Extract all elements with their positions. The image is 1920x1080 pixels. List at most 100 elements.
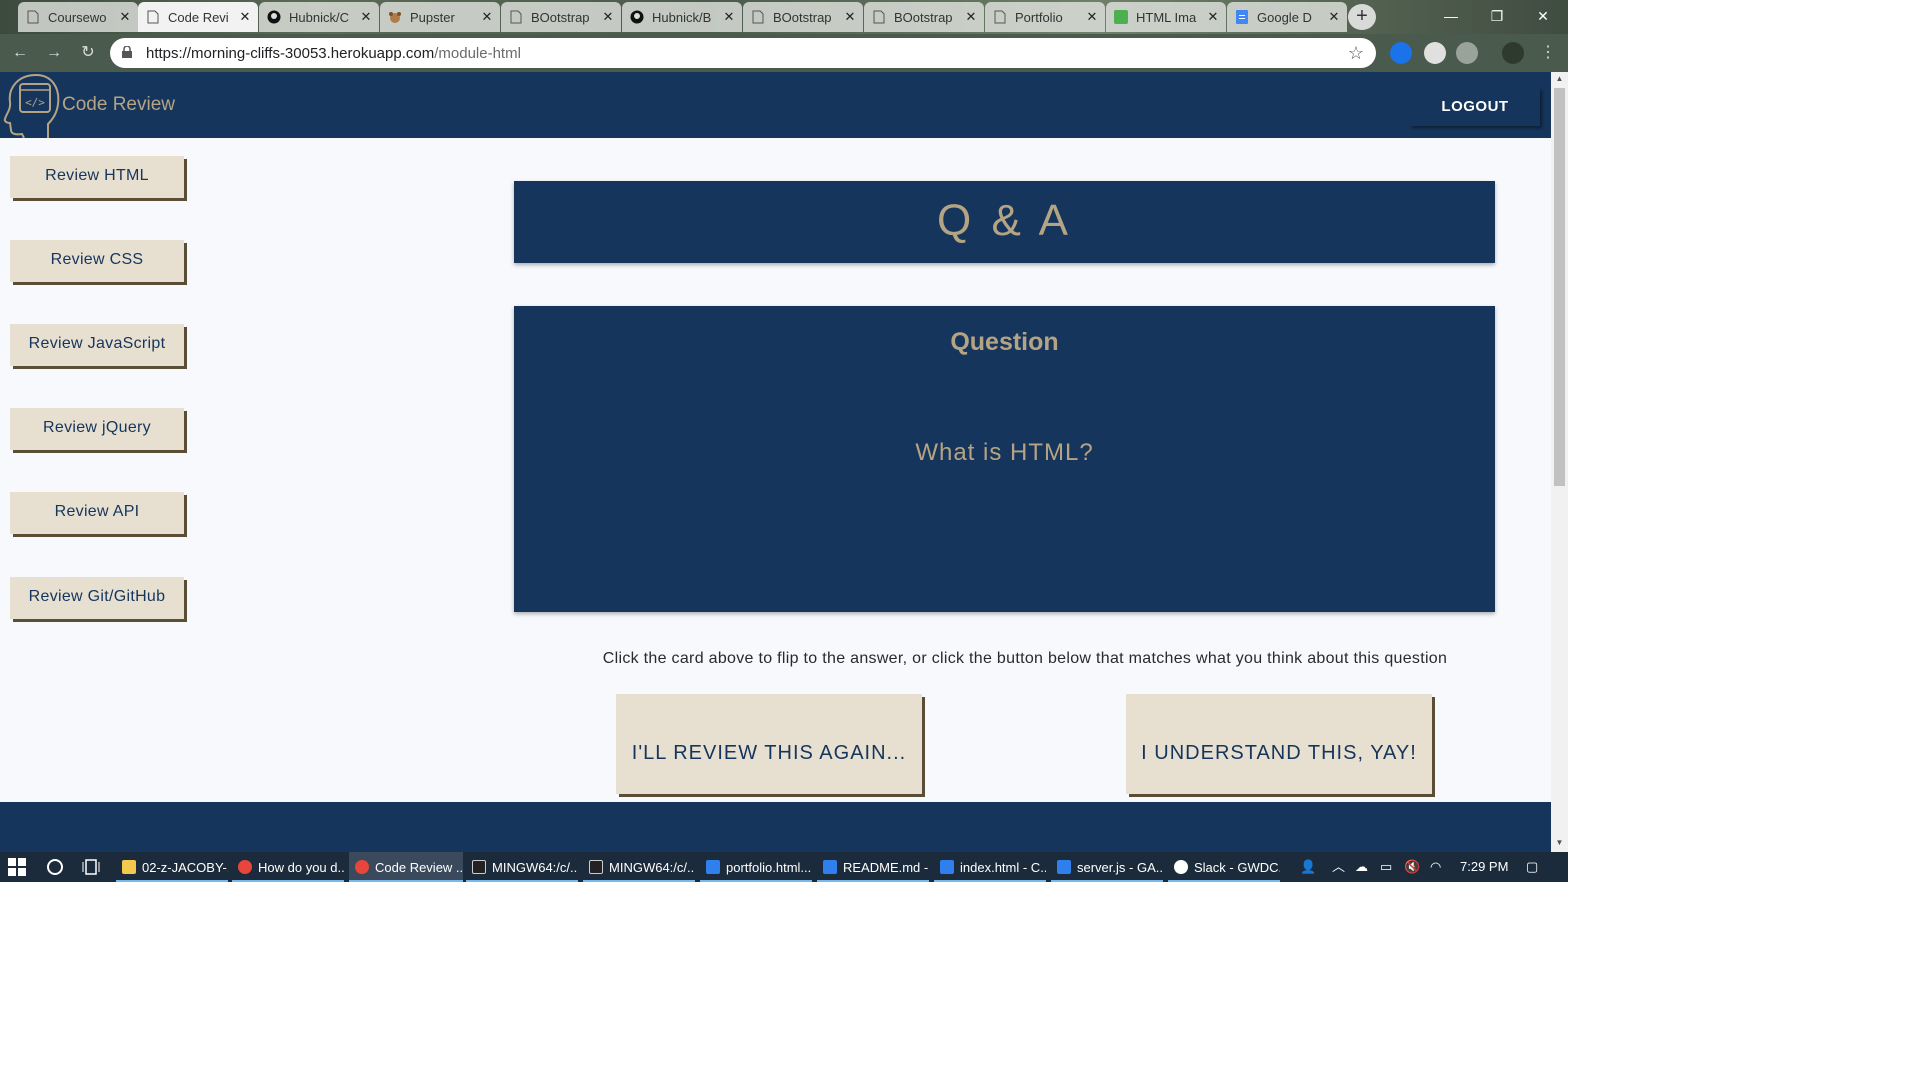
back-icon[interactable]: ← — [8, 42, 32, 64]
browser-tab-active[interactable]: Code Revi ✕ — [138, 2, 258, 32]
new-tab-button[interactable]: + — [1348, 4, 1376, 30]
chrome-icon — [238, 860, 252, 874]
taskbar-item-slack[interactable]: Slack - GWDC... — [1168, 852, 1280, 882]
wifi-icon[interactable]: ◠ — [1430, 852, 1441, 882]
taskbar-item-terminal[interactable]: MINGW64:/c/... — [466, 852, 578, 882]
folder-icon — [122, 860, 136, 874]
windows-start-icon[interactable] — [8, 852, 30, 882]
extension-icon[interactable] — [1456, 42, 1478, 64]
github-icon — [630, 10, 644, 24]
review-again-button[interactable]: I'LL REVIEW THIS AGAIN... — [616, 694, 922, 794]
understand-button[interactable]: I UNDERSTAND THIS, YAY! — [1126, 694, 1432, 794]
menu-kebab-icon[interactable]: ⋮ — [1536, 42, 1560, 64]
chrome-icon — [355, 860, 369, 874]
review-css-button[interactable]: Review CSS — [10, 240, 184, 282]
page-scrollbar[interactable]: ▲ ▼ — [1551, 72, 1568, 852]
browser-toolbar: ← → ↻ https://morning-cliffs-30053.herok… — [0, 34, 1568, 72]
tab-close-icon[interactable]: ✕ — [1085, 9, 1099, 25]
taskbar-item-chrome[interactable]: How do you d... — [232, 852, 344, 882]
people-icon[interactable]: 👤 — [1300, 852, 1316, 882]
minimize-icon[interactable]: — — [1428, 0, 1474, 34]
onedrive-cloud-icon[interactable]: ☁ — [1355, 852, 1368, 882]
site-brand[interactable]: Code Review — [62, 94, 175, 116]
close-window-icon[interactable]: ✕ — [1520, 0, 1566, 34]
forward-icon[interactable]: → — [42, 42, 66, 64]
tab-close-icon[interactable]: ✕ — [964, 9, 978, 25]
tab-close-icon[interactable]: ✕ — [480, 9, 494, 25]
dog-icon — [388, 10, 402, 24]
vscode-icon — [823, 860, 837, 874]
site-navbar: </> Code Review LOGOUT — [0, 72, 1551, 139]
flashcard[interactable]: Question What is HTML? — [514, 306, 1495, 612]
github-icon — [267, 10, 281, 24]
vscode-icon — [706, 860, 720, 874]
taskbar-item-vscode[interactable]: README.md -... — [817, 852, 929, 882]
tab-close-icon[interactable]: ✕ — [843, 9, 857, 25]
tab-close-icon[interactable]: ✕ — [238, 9, 252, 25]
search-circle-icon[interactable] — [46, 852, 64, 882]
notifications-icon[interactable]: ▢ — [1526, 852, 1538, 882]
extension-icon[interactable] — [1424, 42, 1446, 64]
taskbar-item-vscode[interactable]: index.html - C... — [934, 852, 1046, 882]
address-bar[interactable]: https://morning-cliffs-30053.herokuapp.c… — [110, 38, 1376, 68]
review-api-button[interactable]: Review API — [10, 492, 184, 534]
terminal-icon — [472, 860, 486, 874]
tab-close-icon[interactable]: ✕ — [1206, 9, 1220, 25]
review-html-button[interactable]: Review HTML — [10, 156, 184, 198]
taskbar-item-folder[interactable]: 02-z-JACOBY-... — [116, 852, 228, 882]
browser-tab[interactable]: BOotstrap ✕ — [743, 2, 863, 32]
taskbar-item-vscode[interactable]: portfolio.html... — [700, 852, 812, 882]
w3-icon — [1114, 10, 1128, 24]
site-footer — [0, 802, 1551, 852]
card-question: What is HTML? — [915, 439, 1094, 466]
review-git-github-button[interactable]: Review Git/GitHub — [10, 577, 184, 619]
tab-close-icon[interactable]: ✕ — [118, 9, 132, 25]
reload-icon[interactable]: ↻ — [76, 42, 100, 64]
profile-icon[interactable] — [1502, 42, 1524, 64]
browser-tab[interactable]: BOotstrap ✕ — [501, 2, 621, 32]
page-icon — [26, 10, 40, 24]
taskbar-item-chrome-active[interactable]: Code Review ... — [349, 852, 463, 882]
task-view-icon[interactable] — [82, 852, 100, 882]
browser-tab[interactable]: Hubnick/B ✕ — [622, 2, 742, 32]
review-jquery-button[interactable]: Review jQuery — [10, 408, 184, 450]
tab-close-icon[interactable]: ✕ — [359, 9, 373, 25]
svg-text:</>: </> — [25, 96, 45, 109]
tab-close-icon[interactable]: ✕ — [722, 9, 736, 25]
browser-tab[interactable]: HTML Ima ✕ — [1106, 2, 1226, 32]
head-code-logo-icon[interactable]: </> — [2, 72, 62, 139]
logout-button[interactable]: LOGOUT — [1410, 88, 1540, 126]
volume-muted-icon[interactable]: 🔇 — [1404, 852, 1420, 882]
browser-tab[interactable]: Pupster ✕ — [380, 2, 500, 32]
bookmark-star-icon[interactable]: ☆ — [1348, 43, 1364, 64]
instructions-text: Click the card above to flip to the answ… — [602, 650, 1448, 667]
taskbar-item-terminal[interactable]: MINGW64:/c/... — [583, 852, 695, 882]
review-javascript-button[interactable]: Review JavaScript — [10, 324, 184, 366]
restore-icon[interactable]: ❐ — [1474, 0, 1520, 34]
browser-tab-strip: Coursewo ✕ Code Revi ✕ Hubnick/C ✕ Pupst… — [0, 0, 1568, 34]
vscode-icon — [940, 860, 954, 874]
browser-tab[interactable]: Portfolio ✕ — [985, 2, 1105, 32]
page-icon — [509, 10, 523, 24]
browser-tab[interactable]: Coursewo ✕ — [18, 2, 138, 32]
browser-tab[interactable]: Hubnick/C ✕ — [259, 2, 379, 32]
tab-close-icon[interactable]: ✕ — [601, 9, 615, 25]
scroll-down-icon[interactable]: ▼ — [1551, 836, 1568, 850]
scroll-thumb[interactable] — [1554, 88, 1565, 486]
browser-tab[interactable]: BOotstrap ✕ — [864, 2, 984, 32]
chevron-up-icon[interactable]: ︿ — [1332, 852, 1345, 882]
page-icon — [751, 10, 765, 24]
tab-close-icon[interactable]: ✕ — [1327, 9, 1341, 25]
battery-icon[interactable]: ▭ — [1380, 852, 1392, 882]
browser-tab[interactable]: Google D ✕ — [1227, 2, 1347, 32]
terminal-icon — [589, 860, 603, 874]
extension-icon[interactable] — [1390, 42, 1412, 64]
url-text: https://morning-cliffs-30053.herokuapp.c… — [146, 44, 521, 62]
page-icon — [146, 10, 160, 24]
taskbar-item-vscode[interactable]: server.js - GA... — [1051, 852, 1163, 882]
page-icon — [872, 10, 886, 24]
slack-icon — [1174, 860, 1188, 874]
page-title: Q & A — [514, 181, 1495, 263]
clock[interactable]: 7:29 PM — [1460, 852, 1508, 882]
scroll-up-icon[interactable]: ▲ — [1551, 72, 1568, 86]
